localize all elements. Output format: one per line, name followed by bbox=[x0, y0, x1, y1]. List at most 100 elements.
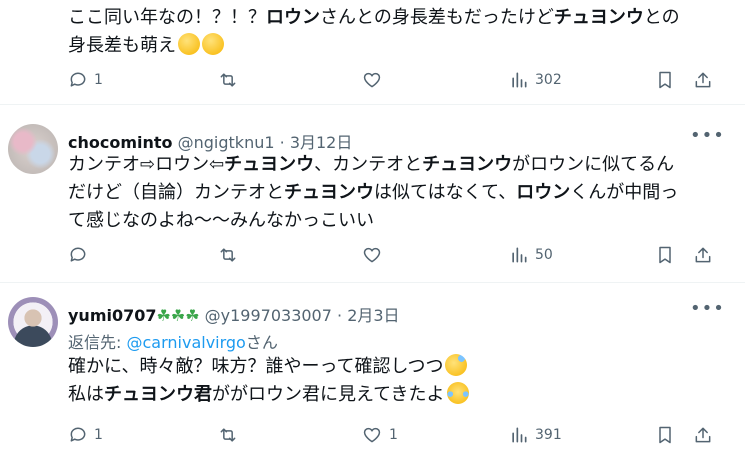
tweet-2-actions: 50 bbox=[0, 240, 745, 270]
retweet-button[interactable] bbox=[217, 240, 239, 270]
avatar[interactable] bbox=[8, 297, 58, 347]
hugging-face-emoji bbox=[202, 33, 224, 55]
text-segment: て感じなのよね〜〜みんなかっこいい bbox=[68, 210, 374, 231]
user-handle[interactable]: @ngigtknu1 bbox=[178, 133, 275, 152]
dot-separator: · bbox=[279, 133, 285, 152]
tweet-2-line-2: だけど（自論）カンテオとチュヨンウは似てはなくて、ロウンくんが中間っ bbox=[68, 179, 678, 207]
text-segment: 確かに、時々敵？味方？誰やーって確認しつつ bbox=[68, 356, 444, 377]
bold-segment: チュヨンウ君 bbox=[104, 384, 212, 405]
tweet-3-line-2: 私はチュヨンウ君ががロウン君に見えてきたよ bbox=[68, 381, 469, 409]
display-name[interactable]: yumi0707 bbox=[68, 306, 157, 325]
reply-icon bbox=[70, 247, 86, 262]
bookmark-icon bbox=[659, 71, 671, 89]
bold-segment: チュヨンウ bbox=[553, 7, 644, 28]
reply-button[interactable] bbox=[68, 240, 88, 270]
bold-segment: ロウン bbox=[266, 7, 320, 28]
avatar[interactable] bbox=[8, 124, 58, 174]
text-segment: との bbox=[643, 7, 680, 28]
like-count: 1 bbox=[389, 427, 398, 443]
reply-prefix: 返信先: bbox=[68, 333, 127, 352]
views-count: 391 bbox=[535, 427, 562, 443]
more-options-icon[interactable]: ••• bbox=[690, 125, 725, 146]
shamrock-emoji: ☘ bbox=[185, 306, 200, 325]
tweet-header: chocominto @ngigtknu1 · 3月12日 bbox=[68, 129, 352, 153]
bookmark-button[interactable] bbox=[655, 420, 675, 450]
text-segment: ががロウン君に見えてきたよ bbox=[212, 384, 445, 405]
views-button[interactable]: 302 bbox=[509, 65, 562, 95]
text-segment: 私は bbox=[68, 384, 104, 405]
reply-icon bbox=[70, 72, 86, 87]
tweet-3-actions: 1 1 391 bbox=[0, 420, 745, 450]
more-options-icon[interactable]: ••• bbox=[690, 298, 725, 319]
bookmark-icon bbox=[659, 246, 671, 264]
sweat-smile-emoji bbox=[445, 354, 468, 376]
bold-segment: チュヨンウ bbox=[224, 154, 315, 175]
views-count: 302 bbox=[535, 72, 562, 88]
tweet-1-line-1: ここ同い年なの！？！？ロウンさんとの身長差もだったけどチュヨンウとの bbox=[68, 4, 680, 32]
heart-icon bbox=[363, 72, 381, 88]
hugging-face-emoji bbox=[178, 33, 200, 55]
views-count: 50 bbox=[535, 247, 553, 263]
text-segment: 、カンテオと bbox=[314, 154, 423, 175]
views-button[interactable]: 50 bbox=[509, 240, 553, 270]
laughing-tears-emoji bbox=[446, 382, 469, 404]
share-button[interactable] bbox=[693, 240, 713, 270]
share-icon bbox=[695, 427, 711, 443]
reply-button[interactable]: 1 bbox=[68, 65, 103, 95]
tweet-1-body: ここ同い年なの！？！？ロウンさんとの身長差もだったけどチュヨンウとの 身長差も萌… bbox=[68, 4, 680, 60]
text-segment: がロウンに似てるん bbox=[512, 154, 675, 175]
views-chart-icon bbox=[512, 427, 527, 443]
retweet-icon bbox=[220, 73, 236, 87]
like-button[interactable] bbox=[361, 65, 383, 95]
reply-icon bbox=[70, 427, 86, 442]
share-button[interactable] bbox=[693, 65, 713, 95]
like-button[interactable] bbox=[361, 240, 383, 270]
shamrock-emoji: ☘ bbox=[170, 306, 186, 325]
share-icon bbox=[695, 72, 711, 88]
tweet-2-line-1: カンテオ⇨ロウン⇦チュヨンウ、カンテオとチュヨンウがロウンに似てるん bbox=[68, 151, 678, 179]
shamrock-emoji: ☘ bbox=[156, 306, 171, 325]
views-button[interactable]: 391 bbox=[509, 420, 562, 450]
tweet-3-body: 確かに、時々敵？味方？誰やーって確認しつつ 私はチュヨンウ君ががロウン君に見えて… bbox=[68, 353, 469, 409]
tweet-3[interactable]: yumi0707☘☘☘ @y1997033007 · 2月3日 ••• 返信先:… bbox=[0, 283, 745, 455]
views-chart-icon bbox=[512, 247, 527, 263]
bold-segment: チュヨンウ bbox=[422, 154, 513, 175]
dot-separator: · bbox=[337, 306, 343, 325]
bookmark-button[interactable] bbox=[655, 240, 675, 270]
retweet-icon bbox=[220, 248, 236, 262]
reply-count: 1 bbox=[94, 427, 103, 443]
tweet-2[interactable]: chocominto @ngigtknu1 · 3月12日 ••• カンテオ⇨ロ… bbox=[0, 105, 745, 281]
tweet-1[interactable]: ここ同い年なの！？！？ロウンさんとの身長差もだったけどチュヨンウとの 身長差も萌… bbox=[0, 0, 745, 103]
reply-to-link[interactable]: @carnivalvirgo bbox=[126, 333, 245, 352]
retweet-icon bbox=[220, 428, 236, 442]
tweet-date[interactable]: 3月12日 bbox=[290, 133, 353, 152]
text-segment: カンテオ⇨ロウン⇦ bbox=[68, 154, 225, 175]
display-name[interactable]: chocominto bbox=[68, 133, 173, 152]
bookmark-button[interactable] bbox=[655, 65, 675, 95]
tweet-1-line-2: 身長差も萌え bbox=[68, 32, 680, 60]
retweet-button[interactable] bbox=[217, 65, 239, 95]
heart-icon bbox=[363, 427, 381, 443]
like-button[interactable]: 1 bbox=[361, 420, 398, 450]
tweet-date[interactable]: 2月3日 bbox=[347, 306, 399, 325]
text-segment: ここ同い年なの！？！？ bbox=[68, 7, 266, 28]
reply-button[interactable]: 1 bbox=[68, 420, 103, 450]
text-segment: だけど（自論）カンテオと bbox=[68, 182, 284, 203]
text-segment: 身長差も萌え bbox=[68, 35, 176, 56]
heart-icon bbox=[363, 247, 381, 263]
text-segment: くんが中間っ bbox=[570, 182, 679, 203]
text-segment: さんとの身長差もだったけど bbox=[320, 7, 554, 28]
tweet-2-body: カンテオ⇨ロウン⇦チュヨンウ、カンテオとチュヨンウがロウンに似てるん だけど（自… bbox=[68, 151, 678, 235]
share-icon bbox=[695, 247, 711, 263]
user-handle[interactable]: @y1997033007 bbox=[205, 306, 332, 325]
bold-segment: チュヨンウ bbox=[284, 182, 374, 203]
tweet-1-actions: 1 302 bbox=[0, 65, 745, 95]
retweet-button[interactable] bbox=[217, 420, 239, 450]
tweet-2-line-3: て感じなのよね〜〜みんなかっこいい bbox=[68, 207, 678, 235]
share-button[interactable] bbox=[693, 420, 713, 450]
views-chart-icon bbox=[512, 72, 527, 88]
text-segment: は似てはなくて、 bbox=[374, 182, 517, 203]
tweet-3-line-1: 確かに、時々敵？味方？誰やーって確認しつつ bbox=[68, 353, 469, 381]
reply-suffix: さん bbox=[245, 333, 278, 352]
reply-count: 1 bbox=[94, 72, 103, 88]
